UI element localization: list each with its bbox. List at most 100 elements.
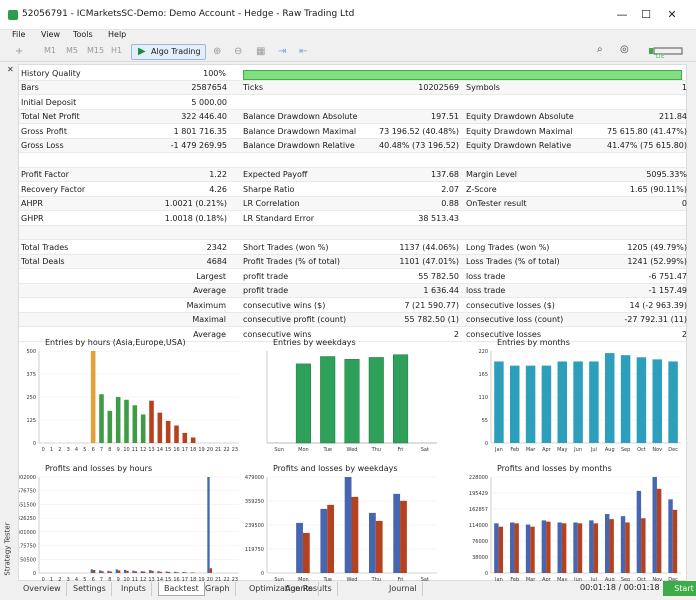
history-quality-row: History Quality 100% bbox=[19, 67, 686, 81]
zoom-out-icon[interactable]: ⊖ bbox=[234, 46, 242, 57]
algo-trading-button[interactable]: ▶ Algo Trading bbox=[131, 44, 206, 60]
algo-trading-label: Algo Trading bbox=[151, 47, 201, 56]
timeframe-m15[interactable]: M15 bbox=[87, 46, 104, 55]
zoom-in-icon[interactable]: ⊕ bbox=[213, 46, 221, 57]
stat-value: 1101 (47.01%) bbox=[399, 257, 459, 266]
grid-icon[interactable]: ▦ bbox=[256, 46, 265, 57]
stat-label: GHPR bbox=[21, 213, 44, 223]
bar bbox=[668, 361, 678, 443]
bar bbox=[668, 499, 673, 573]
x-tick-label: 15 bbox=[165, 447, 171, 453]
timeframe-m5[interactable]: M5 bbox=[66, 46, 78, 55]
stat-value: 5095.33% bbox=[646, 170, 687, 179]
menu-tools[interactable]: Tools bbox=[73, 30, 93, 39]
bar bbox=[143, 571, 146, 573]
bar bbox=[190, 437, 196, 443]
account-icon[interactable]: ◎ bbox=[620, 44, 629, 55]
bar bbox=[109, 571, 112, 573]
bar bbox=[369, 512, 376, 573]
close-panel-icon[interactable]: ✕ bbox=[7, 65, 14, 74]
bar bbox=[182, 572, 185, 573]
tab-overview[interactable]: Overview bbox=[18, 582, 67, 596]
bar bbox=[641, 518, 646, 573]
tab-backtest[interactable]: Backtest bbox=[158, 582, 205, 596]
y-tick-label: 0 bbox=[33, 441, 36, 447]
minimize-button[interactable]: — bbox=[612, 6, 632, 24]
stat-label: Sharpe Ratio bbox=[243, 184, 295, 194]
stat-label: Initial Deposit bbox=[21, 97, 77, 107]
stat-value: -1 157.49 bbox=[648, 286, 687, 295]
menu-file[interactable]: File bbox=[12, 30, 25, 39]
bar bbox=[393, 354, 409, 444]
x-tick-label: Fri bbox=[398, 447, 404, 453]
bar bbox=[672, 509, 678, 573]
bar bbox=[174, 571, 177, 573]
y-tick-label: 55 bbox=[482, 418, 488, 424]
bar bbox=[656, 488, 662, 573]
tab-graph[interactable]: Graph bbox=[200, 582, 236, 596]
stat-value: 1241 (52.99%) bbox=[627, 257, 687, 266]
bar bbox=[176, 572, 179, 573]
stat-value: 14 (-2 963.39) bbox=[629, 300, 687, 310]
bar bbox=[115, 569, 118, 573]
stat-value: 75 615.80 (41.47%) bbox=[606, 126, 687, 136]
stats-row: AHPR 1.0021 (0.21%) LR Correlation 0.88 OnTe… bbox=[19, 197, 687, 211]
x-tick-label: 1 bbox=[50, 447, 53, 453]
menu-view[interactable]: View bbox=[41, 30, 60, 39]
x-tick-label: 0 bbox=[42, 447, 45, 453]
backtest-report: History Quality 100% Bars 2587654 Ticks 102… bbox=[18, 64, 687, 583]
stat-label: Gross Profit bbox=[21, 126, 67, 136]
bar bbox=[510, 522, 515, 573]
bar bbox=[320, 508, 328, 573]
x-tick-label: 4 bbox=[75, 447, 78, 453]
close-window-button[interactable]: ✕ bbox=[662, 6, 682, 24]
bar bbox=[605, 353, 615, 443]
x-tick-label: 23 bbox=[232, 447, 238, 453]
bar bbox=[118, 570, 121, 573]
y-tick-label: 76000 bbox=[472, 539, 488, 545]
tab-agents[interactable]: Agents bbox=[280, 582, 319, 596]
bar bbox=[165, 571, 168, 573]
stat-label: Ticks bbox=[243, 83, 264, 92]
search-icon[interactable]: ⌕ bbox=[597, 44, 603, 55]
bar bbox=[514, 523, 519, 573]
stat-value: 2.07 bbox=[441, 184, 459, 194]
timeframe-m1[interactable]: M1 bbox=[44, 46, 56, 55]
y-tick-label: 551500 bbox=[19, 502, 36, 508]
tab-journal[interactable]: Journal bbox=[384, 582, 423, 596]
maximize-button[interactable]: ☐ bbox=[636, 6, 656, 24]
x-tick-label: Jul bbox=[590, 447, 597, 453]
stat-label: Symbols bbox=[466, 83, 500, 92]
bar bbox=[182, 432, 188, 443]
bar bbox=[368, 357, 384, 444]
x-tick-label: 2 bbox=[58, 447, 61, 453]
stats-row: Initial Deposit 5 000.00 bbox=[19, 96, 686, 110]
chart-shift-icon[interactable]: ⇤ bbox=[299, 46, 307, 57]
stat-label: LR Correlation bbox=[243, 199, 300, 208]
charts-area: Entries by hours (Asia,Europe,USA)500375… bbox=[19, 338, 681, 583]
x-tick-label: Wed bbox=[347, 447, 358, 453]
stat-label: AHPR bbox=[21, 199, 43, 208]
stats-row: Total Deals 4684 Profit Trades (% of total… bbox=[19, 255, 687, 269]
stat-label: Total Trades bbox=[21, 242, 69, 252]
bar bbox=[320, 356, 336, 444]
tab-inputs[interactable]: Inputs bbox=[116, 582, 152, 596]
strategy-tester-side-tab[interactable]: Strategy Tester bbox=[4, 520, 17, 582]
menu-help[interactable]: Help bbox=[108, 30, 126, 39]
start-button[interactable]: Start bbox=[663, 581, 696, 596]
chart-title: Profits and losses by hours bbox=[45, 464, 152, 473]
y-tick-label: 359250 bbox=[245, 499, 264, 505]
bar bbox=[510, 365, 520, 443]
bar bbox=[573, 522, 578, 573]
x-tick-label: 5 bbox=[83, 447, 86, 453]
stat-label: Equity Drawdown Relative bbox=[466, 141, 572, 150]
tab-settings[interactable]: Settings bbox=[68, 582, 112, 596]
autoscroll-icon[interactable]: ⇥ bbox=[278, 46, 286, 57]
crosshair-icon[interactable]: + bbox=[15, 46, 23, 57]
bar bbox=[107, 570, 110, 573]
chart-title: Entries by hours (Asia,Europe,USA) bbox=[45, 338, 186, 347]
stat-value: 0 bbox=[681, 199, 687, 208]
timeframe-h1[interactable]: H1 bbox=[111, 46, 122, 55]
stat-label: consecutive losses ($) bbox=[466, 300, 555, 310]
stat-value: 1 801 716.35 bbox=[173, 126, 227, 136]
